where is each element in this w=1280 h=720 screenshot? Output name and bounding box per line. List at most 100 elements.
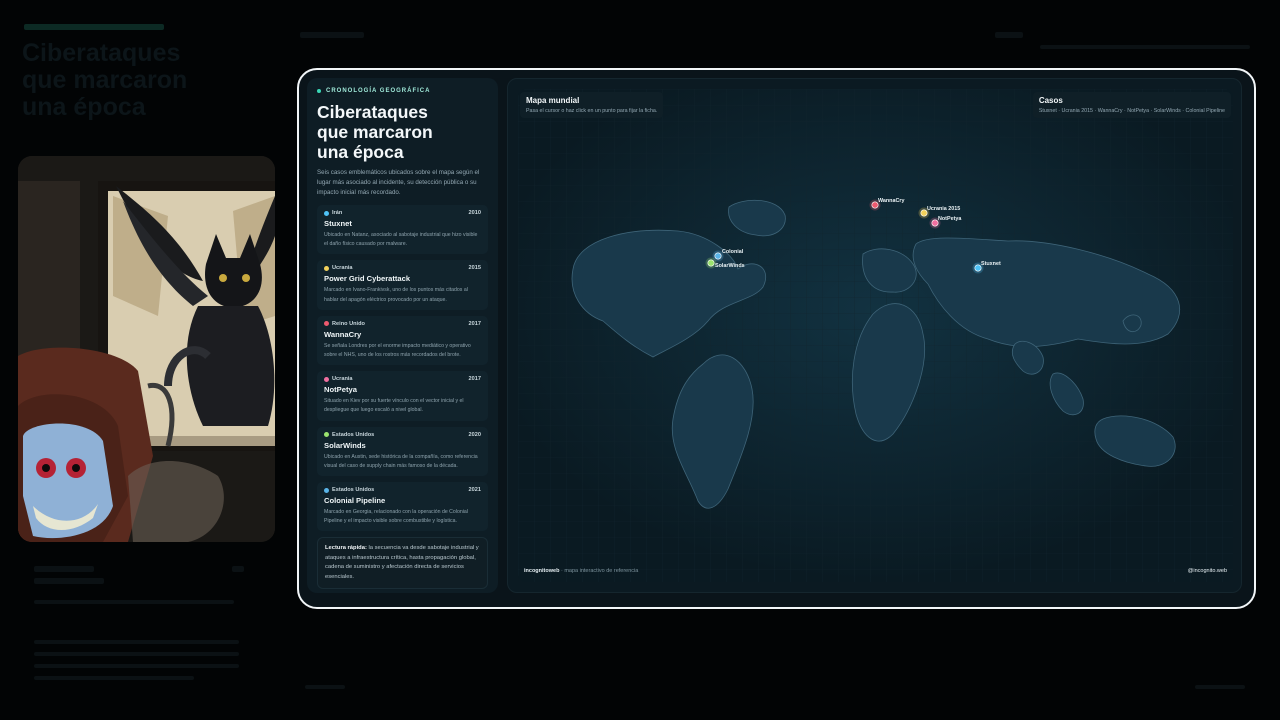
case-card[interactable]: Ucrania 2015 Power Grid Cyberattack Marcado… [317,260,488,310]
title-line: que marcaron [317,122,433,142]
kicker-dot-icon [317,89,321,93]
case-card[interactable]: Irán 2010 Stuxnet Ubicado en Natanz, asocia… [317,205,488,255]
case-location-label: Irán [332,210,343,216]
background-bar [34,652,239,656]
background-bar [305,685,345,689]
webcam-image [18,156,275,542]
footer-text: · mapa interactivo de referencia [559,568,639,574]
marker-label: Colonial [722,249,744,255]
marker-label: Stuxnet [981,261,1001,267]
case-location: Reino Unido [324,321,365,327]
map-panel: WannaCry Ucrania 2015 NotPetya Stuxnet Colon… [507,78,1242,593]
cases-tag: Casos Stuxnet · Ucrania 2015 · WannaCry … [1032,92,1231,118]
section-kicker: CRONOLOGÍA GEOGRÁFICA [317,88,488,94]
world-map-svg[interactable]: WannaCry Ucrania 2015 NotPetya Stuxnet Colon… [518,89,1233,582]
background-kicker [24,24,164,30]
background-bar [34,600,234,604]
case-name: SolarWinds [324,440,366,450]
summary-box: Lectura rápida: la secuencia va desde sa… [317,537,488,590]
case-year: 2017 [468,376,481,383]
cases-title: Casos [1038,96,1063,105]
case-location-label: Estados Unidos [332,431,375,438]
marker-label: SolarWinds [715,263,745,269]
case-name: NotPetya [324,385,357,395]
case-list: Irán 2010 Stuxnet Ubicado en Natanz, asocia… [317,205,488,532]
cases-list: Stuxnet · Ucrania 2015 · WannaCry · NotP… [1038,108,1225,114]
case-card[interactable]: Estados Unidos 2021 Colonial Pipeline Marca… [317,482,488,532]
map-title-tag: Mapa mundial Pasa el cursor o haz click … [520,92,664,118]
map-subtitle: Pasa el cursor o haz click en un punto p… [526,108,658,114]
case-header: Estados Unidos 2021 [324,487,481,493]
page-title: Ciberataques que marcaron una época [317,102,488,162]
timeline-panel: CRONOLOGÍA GEOGRÁFICA Ciberataques que m… [307,78,498,593]
webcam-overlay [18,156,275,542]
case-dot-icon [324,432,329,438]
case-card[interactable]: Estados Unidos 2020 SolarWinds Ubicado en A… [317,426,488,477]
case-location: Ucrania [324,376,353,382]
footer-handle: @incognito.web [1187,568,1227,574]
case-location-label: Reino Unido [332,320,365,327]
case-description: Situado en Kiev por su fuerte vínculo co… [324,398,464,414]
world-map[interactable]: WannaCry Ucrania 2015 NotPetya Stuxnet Colon… [518,89,1233,582]
case-location: Estados Unidos [324,487,374,493]
background-title: Ciberataques que marcaron una época [22,39,188,121]
case-location: Irán [324,210,342,216]
case-card[interactable]: Reino Unido 2017 WannaCry Se señala Londres… [317,315,488,366]
title-line: una época [317,142,404,162]
background-bar [232,566,244,572]
case-header: Irán 2010 [324,210,481,216]
case-dot-icon [324,210,329,216]
background-bar [300,32,364,38]
footer-left: incognitoweb · mapa interactivo de refer… [524,568,638,574]
marker-dot-icon[interactable] [707,259,715,267]
background-bar [995,32,1023,38]
map-title: Mapa mundial [526,96,580,105]
case-header: Ucrania 2017 [324,376,481,382]
summary-label: Lectura rápida: [325,545,367,552]
case-location-label: Ucrania [332,376,353,383]
case-description: Ubicado en Austin, sede histórica de la … [324,453,478,469]
intro-text: Seis casos emblemáticos ubicados sobre e… [317,169,480,196]
map-footer: incognitoweb · mapa interactivo de refer… [524,564,1227,578]
case-dot-icon [324,376,329,382]
marker-label: WannaCry [878,198,904,204]
case-dot-icon [324,265,329,271]
background-bar [34,640,239,644]
background-bar [34,578,104,584]
case-year: 2017 [468,320,481,327]
case-year: 2020 [468,431,481,438]
case-name: WannaCry [324,329,362,339]
case-year: 2021 [468,487,481,494]
background-bar [34,664,239,668]
case-name: Colonial Pipeline [324,496,386,506]
case-name: Stuxnet [324,219,352,228]
background-bar [1040,45,1250,49]
case-year: 2010 [468,210,481,216]
case-description: Marcado en Ivano-Frankivsk, uno de los p… [324,287,468,303]
case-year: 2015 [468,265,481,272]
case-location-label: Estados Unidos [332,487,375,494]
case-name: Power Grid Cyberattack [324,274,411,284]
main-frame: CRONOLOGÍA GEOGRÁFICA Ciberataques que m… [297,68,1256,609]
footer-brand: incognitoweb [524,568,560,574]
case-location-label: Ucrania [332,265,353,272]
case-description: Ubicado en Natanz, asociado al sabotaje … [324,232,478,248]
marker-label: Ucrania 2015 [927,206,960,212]
case-location: Ucrania [324,265,353,271]
background-bar [34,676,194,680]
background-bar [1195,685,1245,689]
case-description: Se señala Londres por el enorme impacto … [324,342,471,359]
case-header: Ucrania 2015 [324,265,481,271]
kicker-label: CRONOLOGÍA GEOGRÁFICA [326,88,431,94]
case-description: Marcado en Georgia, relacionado con la o… [324,509,468,525]
case-dot-icon [324,321,329,327]
background-bar [34,566,94,572]
case-header: Estados Unidos 2020 [324,432,481,438]
case-card[interactable]: Ucrania 2017 NotPetya Situado en Kiev por s… [317,371,488,421]
case-header: Reino Unido 2017 [324,321,481,327]
title-line: Ciberataques [317,102,428,122]
case-location: Estados Unidos [324,432,374,438]
case-dot-icon [324,487,329,493]
marker-label: NotPetya [938,216,962,222]
marker-dot-icon[interactable] [714,252,722,260]
